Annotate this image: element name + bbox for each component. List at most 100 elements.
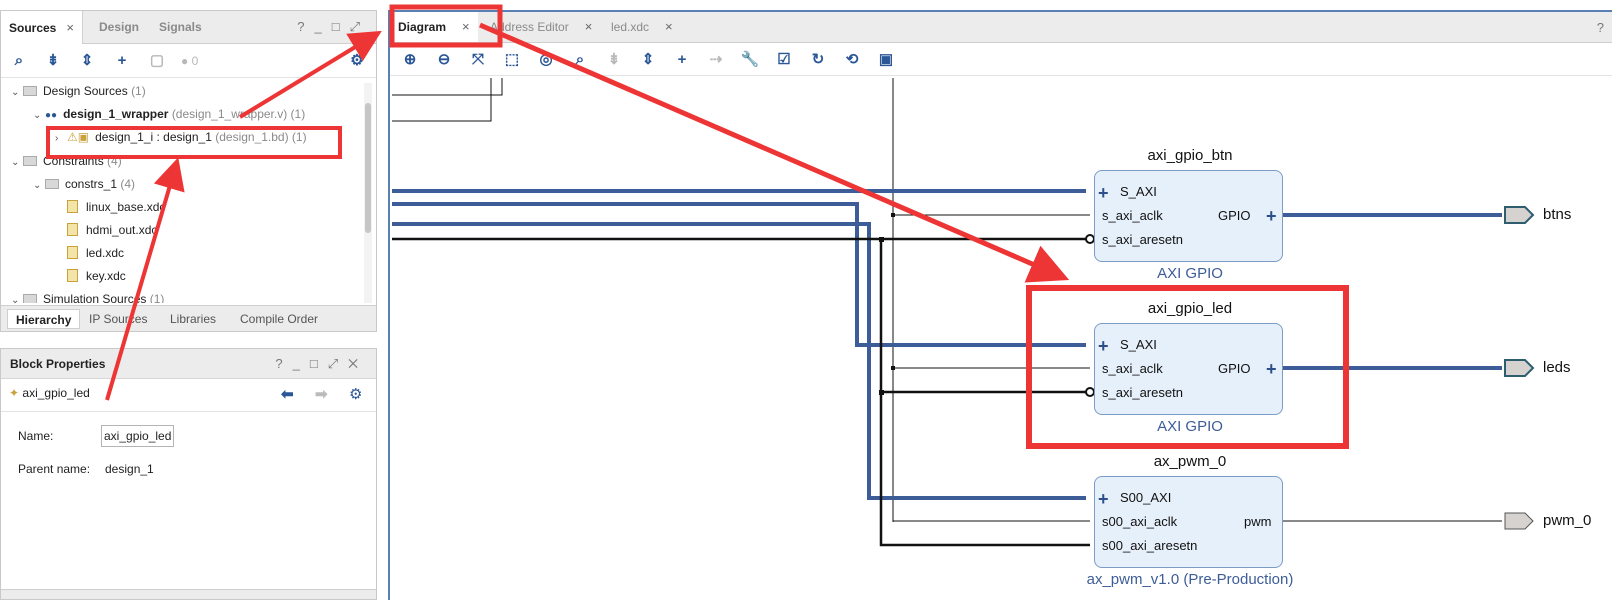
minimize-icon[interactable]: _	[293, 356, 310, 371]
warning-count[interactable]: ● 0	[181, 51, 198, 71]
chevron-down-icon[interactable]: ⌄	[33, 174, 45, 197]
help-icon[interactable]: ?	[1597, 20, 1604, 35]
tab-ip-sources[interactable]: IP Sources	[81, 309, 155, 329]
port-pwm-0[interactable]: pwm_0	[1543, 512, 1591, 529]
chevron-down-icon[interactable]: ⌄	[11, 293, 23, 303]
validate-icon[interactable]: ☑	[774, 50, 794, 70]
tab-address-editor[interactable]: Address Editor ×	[482, 12, 600, 42]
tree-item-suffix: (1)	[131, 84, 146, 98]
tab-diagram[interactable]: Diagram ×	[390, 12, 478, 42]
add-ip-icon[interactable]: +	[672, 50, 692, 70]
block-ip-name: AXI GPIO	[1157, 418, 1223, 435]
expand-plus-icon[interactable]: +	[1098, 490, 1109, 508]
sources-tabbar: Sources × Design Signals ?_□⤢	[1, 11, 376, 44]
close-icon[interactable]: ✕	[348, 356, 368, 371]
port-leds[interactable]: leds	[1543, 359, 1571, 376]
folder-icon	[23, 86, 37, 96]
forward-arrow-icon[interactable]: ➡	[315, 385, 328, 403]
expand-plus-icon[interactable]: +	[1266, 360, 1277, 378]
tab-compile-order[interactable]: Compile Order	[232, 309, 326, 329]
name-field[interactable]: axi_gpio_led	[101, 425, 174, 447]
pin-aresetn[interactable]: s_axi_aresetn	[1102, 385, 1183, 400]
float-icon[interactable]: ⤢	[328, 356, 348, 371]
tree-item-constraints[interactable]: ⌄ Constraints (4)	[11, 150, 122, 173]
tree-item-wrapper[interactable]: ⌄ ●● design_1_wrapper (design_1_wrapper.v)…	[33, 103, 305, 126]
tree-item-hdmi-out-xdc[interactable]: hdmi_out.xdc	[67, 219, 157, 242]
chip-icon[interactable]: ▣	[876, 50, 896, 70]
close-icon[interactable]: ×	[462, 19, 470, 34]
make-connection-icon[interactable]: ⇢	[706, 50, 726, 70]
gear-icon[interactable]: ⚙	[347, 51, 367, 71]
tab-libraries[interactable]: Libraries	[162, 309, 224, 329]
pin-aclk[interactable]: s00_axi_aclk	[1102, 514, 1177, 529]
tab-sources[interactable]: Sources ×	[1, 11, 83, 44]
fit-view-icon[interactable]: ⤧	[468, 50, 488, 70]
close-icon[interactable]: ×	[665, 19, 673, 34]
zoom-out-icon[interactable]: ⊖	[434, 50, 454, 70]
back-arrow-icon[interactable]: ⬅	[281, 385, 294, 403]
add-sources-icon[interactable]: +	[112, 51, 132, 71]
expand-all-icon[interactable]: ⇕	[638, 50, 658, 70]
parent-name-value: design_1	[105, 462, 154, 476]
properties-icon[interactable]: ▢	[147, 51, 167, 71]
pin-aclk[interactable]: s_axi_aclk	[1102, 208, 1163, 223]
close-icon[interactable]: ×	[66, 20, 74, 35]
search-icon[interactable]: ⌕	[570, 50, 590, 70]
zoom-in-icon[interactable]: ⊕	[400, 50, 420, 70]
port-btns[interactable]: btns	[1543, 206, 1571, 223]
pin-gpio[interactable]: GPIO	[1218, 361, 1251, 376]
pin-s00-axi[interactable]: S00_AXI	[1120, 490, 1171, 505]
wrench-icon[interactable]: 🔧	[740, 50, 760, 70]
chevron-right-icon[interactable]: ›	[55, 127, 67, 150]
help-icon[interactable]: ?	[275, 356, 292, 371]
tab-led-xdc[interactable]: led.xdc ×	[603, 12, 681, 42]
chevron-down-icon[interactable]: ⌄	[11, 81, 23, 104]
scrollbar-thumb[interactable]	[365, 103, 371, 233]
help-icon[interactable]: ?	[297, 19, 314, 34]
tree-item-design-1-i[interactable]: › ⚠▣ design_1_i : design_1 (design_1.bd) (…	[55, 126, 307, 149]
restore-icon[interactable]: □	[310, 356, 328, 371]
tab-signals[interactable]: Signals	[151, 11, 210, 44]
collapse-all-icon[interactable]: ⇟	[43, 51, 63, 71]
tab-hierarchy[interactable]: Hierarchy	[7, 309, 81, 329]
tab-design[interactable]: Design	[91, 11, 147, 44]
collapse-all-icon[interactable]: ⇟	[604, 50, 624, 70]
pin-pwm[interactable]: pwm	[1244, 514, 1271, 529]
block-title-axi-gpio-led: axi_gpio_led	[1147, 300, 1233, 317]
pin-aresetn[interactable]: s_axi_aresetn	[1102, 232, 1183, 247]
pin-gpio[interactable]: GPIO	[1218, 208, 1251, 223]
expand-plus-icon[interactable]: +	[1098, 184, 1109, 202]
gear-icon[interactable]: ⚙	[349, 385, 362, 403]
close-icon[interactable]: ×	[585, 19, 593, 34]
diagram-toolbar: ⊕ ⊖ ⤧ ⬚ ◎ ⌕ ⇟ ⇕ + ⇢ 🔧 ☑ ↻ ⟲ ▣	[390, 44, 1612, 76]
tree-item-design-sources[interactable]: ⌄ Design Sources (1)	[11, 80, 146, 103]
search-icon[interactable]: ⌕	[9, 51, 29, 71]
chevron-down-icon[interactable]: ⌄	[33, 104, 45, 127]
tree-item-linux-base-xdc[interactable]: linux_base.xdc	[67, 196, 165, 219]
folder-icon	[23, 294, 37, 303]
tree-item-key-xdc[interactable]: key.xdc	[67, 265, 126, 288]
tree-item-simulation-sources[interactable]: ⌄ Simulation Sources (1)	[11, 291, 164, 303]
tree-item-constrs-1[interactable]: ⌄ constrs_1 (4)	[33, 173, 135, 196]
block-title-ax-pwm-0: ax_pwm_0	[1153, 453, 1227, 470]
expand-plus-icon[interactable]: +	[1266, 207, 1277, 225]
expand-plus-icon[interactable]: +	[1098, 337, 1109, 355]
select-area-icon[interactable]: ◎	[536, 50, 556, 70]
pin-aclk[interactable]: s_axi_aclk	[1102, 361, 1163, 376]
pin-s-axi[interactable]: S_AXI	[1120, 337, 1157, 352]
restore-icon[interactable]: □	[332, 19, 350, 34]
float-icon[interactable]: ⤢	[350, 19, 370, 34]
regenerate-layout-icon[interactable]: ⟲	[842, 50, 862, 70]
chevron-down-icon[interactable]: ⌄	[11, 151, 23, 174]
minimize-icon[interactable]: _	[315, 19, 332, 34]
window-controls: ?_□⤢✕	[275, 349, 368, 379]
pin-aresetn[interactable]: s00_axi_aresetn	[1102, 538, 1197, 553]
zoom-area-icon[interactable]: ⬚	[502, 50, 522, 70]
pin-s-axi[interactable]: S_AXI	[1120, 184, 1157, 199]
tree-scrollbar[interactable]	[364, 83, 372, 303]
expand-all-icon[interactable]: ⇕	[77, 51, 97, 71]
refresh-icon[interactable]: ↻	[808, 50, 828, 70]
selected-object: ✦ axi_gpio_led	[9, 386, 90, 400]
tree-item-led-xdc[interactable]: led.xdc	[67, 242, 124, 265]
xdc-file-icon	[67, 200, 78, 213]
